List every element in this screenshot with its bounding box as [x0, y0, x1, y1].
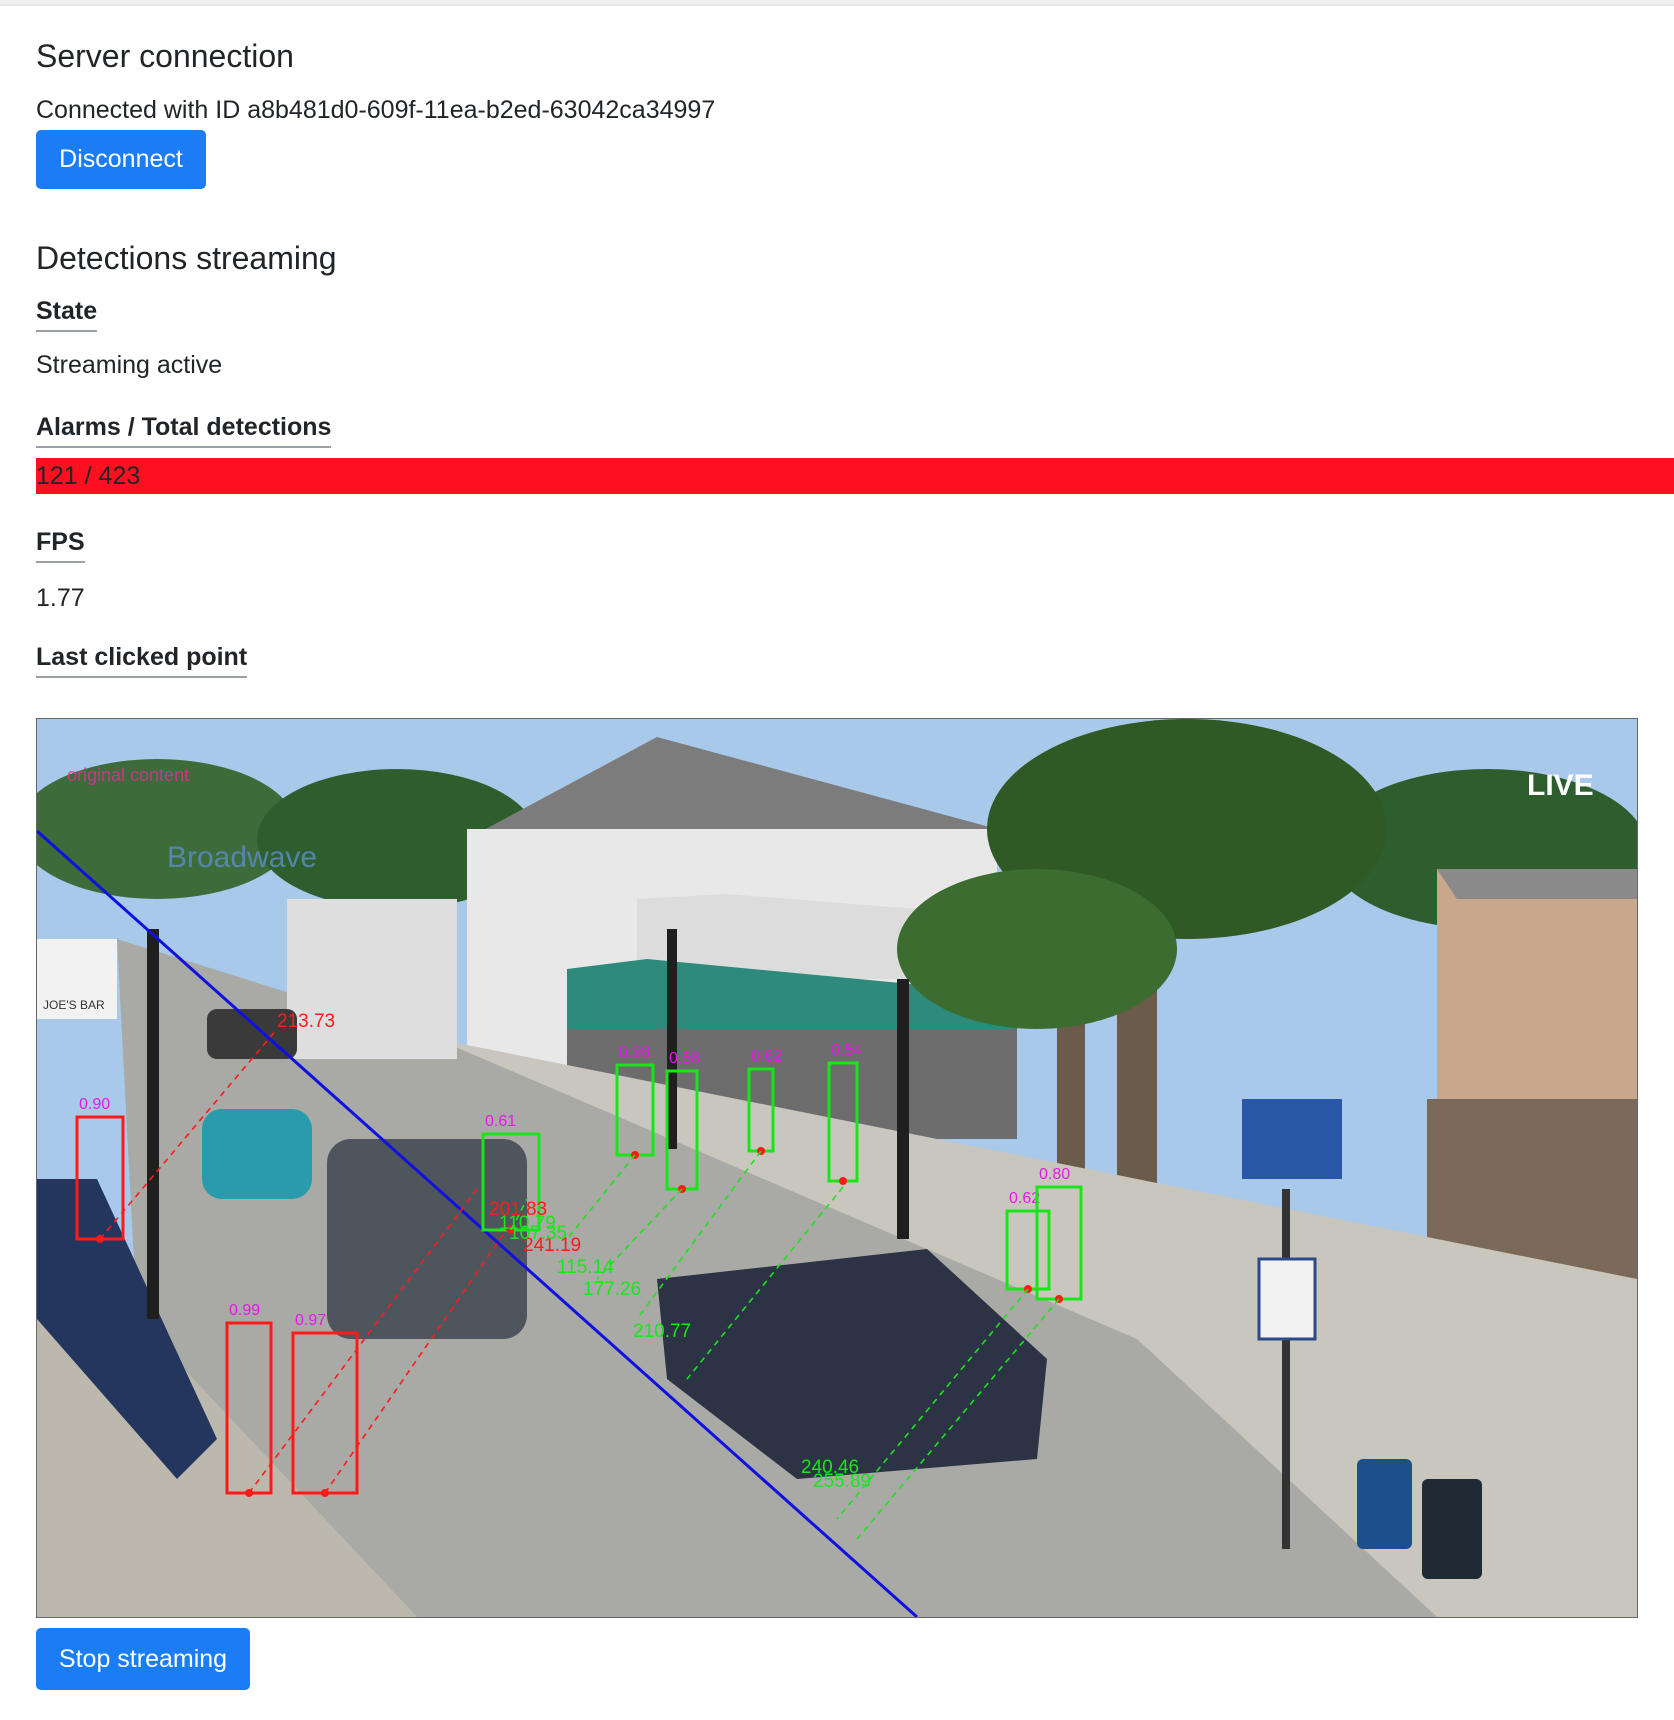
fps-label: FPS [36, 528, 85, 563]
live-indicator: LIVE [1527, 769, 1594, 802]
distance-label: 210.77 [633, 1321, 691, 1342]
detection-score: 0.54 [831, 1042, 862, 1059]
stop-streaming-button[interactable]: Stop streaming [36, 1628, 250, 1690]
state-label: State [36, 297, 98, 332]
trash-bin [1357, 1459, 1412, 1549]
palm-fronds [897, 869, 1177, 1029]
detection-score: 0.61 [485, 1113, 516, 1130]
detection-score: 0.58 [669, 1050, 700, 1067]
detection-foot-point [839, 1177, 847, 1185]
right-roof [1437, 869, 1637, 899]
last-clicked-point-label: Last clicked point [36, 643, 248, 678]
video-scene[interactable]: JOE'S BAR original content Broadwave LIV… [37, 719, 1637, 1617]
detection-score: 0.97 [295, 1312, 326, 1329]
distance-label: 255.89 [813, 1471, 871, 1492]
distance-label: 177.26 [583, 1279, 641, 1300]
alarms-label: Alarms / Total detections [36, 413, 332, 448]
detection-score: 0.80 [1039, 1166, 1070, 1183]
suv [327, 1139, 527, 1339]
sailboat-sign [1257, 1257, 1317, 1341]
detection-score: 0.98 [619, 1044, 650, 1061]
distance-label: 213.73 [277, 1011, 335, 1032]
watermark-broadwave: Broadwave [167, 841, 317, 874]
detection-score: 0.90 [79, 1096, 110, 1113]
distance-label: 107.35 [509, 1223, 567, 1244]
blue-umbrella [1242, 1099, 1342, 1179]
disconnect-button[interactable]: Disconnect [36, 130, 206, 189]
detection-score: 0.62 [751, 1048, 782, 1065]
sign-pole [1282, 1189, 1290, 1549]
detections-streaming-heading: Detections streaming [36, 240, 337, 276]
teal-car [202, 1109, 312, 1199]
pole [147, 929, 159, 1319]
joes-bar-sign: JOE'S BAR [43, 998, 105, 1012]
trash-bin [1422, 1479, 1482, 1579]
state-value: Streaming active [36, 351, 223, 379]
watermark-original-content: original content [67, 765, 189, 785]
fps-value: 1.77 [36, 584, 85, 612]
distance-label: 115.14 [557, 1257, 614, 1278]
traffic-light-pole [897, 979, 909, 1239]
truck-box [287, 899, 457, 1059]
alarms-value: 121 / 423 [36, 462, 141, 490]
detection-score: 0.99 [229, 1302, 260, 1319]
server-connection-heading: Server connection [36, 38, 294, 74]
connection-status: Connected with ID a8b481d0-609f-11ea-b2e… [36, 96, 716, 124]
alarms-progress-bar: 121 / 423 [36, 458, 1674, 494]
video-stream-canvas[interactable]: JOE'S BAR original content Broadwave LIV… [36, 718, 1638, 1618]
